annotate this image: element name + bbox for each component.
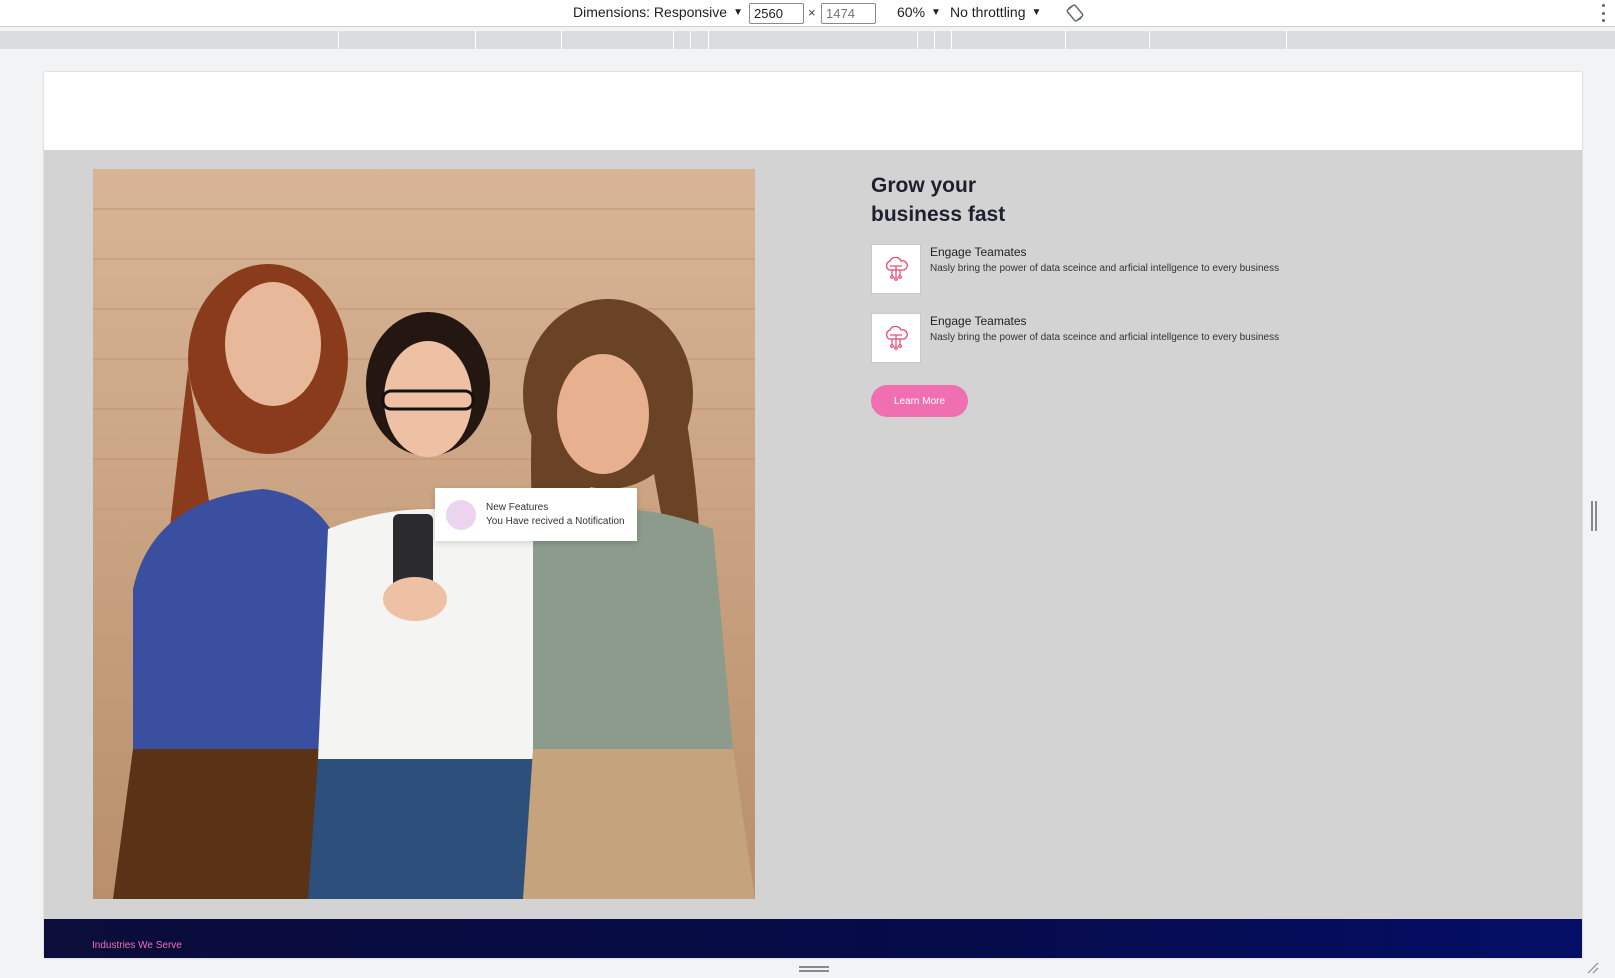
throttling-label: No throttling <box>950 4 1026 20</box>
feature-title: Engage Teamates <box>930 314 1027 328</box>
notification-message: You Have recived a Notification <box>486 515 625 527</box>
bottom-resize-handle[interactable] <box>799 966 829 972</box>
feature-item: Engage Teamates Nasly bring the power of… <box>871 244 1471 294</box>
zoom-label: 60% <box>897 4 926 20</box>
devtools-toolbar: Dimensions: Responsive ▼ × 60% ▼ No thro… <box>0 0 1615 27</box>
dimensions-dropdown[interactable]: Dimensions: Responsive ▼ <box>573 4 743 20</box>
team-photo: New Features You Have recived a Notifica… <box>93 169 755 899</box>
dimensions-label: Dimensions: Responsive <box>573 4 728 20</box>
learn-more-button[interactable]: Learn More <box>871 385 968 417</box>
feature-description: Nasly bring the power of data sceince an… <box>930 263 1280 274</box>
media-query-bar[interactable] <box>0 31 1615 49</box>
rotate-icon[interactable] <box>1066 4 1084 22</box>
emulated-viewport: New Features You Have recived a Notifica… <box>44 72 1582 958</box>
zoom-dropdown[interactable]: 60% ▼ <box>897 4 941 20</box>
height-input[interactable] <box>821 3 876 24</box>
notification-card: New Features You Have recived a Notifica… <box>435 488 637 541</box>
notification-title: New Features <box>486 501 549 513</box>
cloud-network-icon <box>885 326 908 350</box>
notification-text: New Features You Have recived a Notifica… <box>486 501 625 529</box>
cloud-network-icon <box>885 257 908 281</box>
feature-icon-box <box>871 313 921 363</box>
hero-section: New Features You Have recived a Notifica… <box>44 150 1582 919</box>
hero-title-line2: business fast <box>871 203 1006 226</box>
more-options-icon[interactable] <box>1600 4 1606 22</box>
site-header <box>44 72 1582 150</box>
feature-title: Engage Teamates <box>930 245 1027 259</box>
hero-title-line1: Grow your <box>871 174 977 197</box>
caret-down-icon: ▼ <box>1031 6 1042 18</box>
feature-item: Engage Teamates Nasly bring the power of… <box>871 313 1471 363</box>
team-photo-illustration <box>93 169 755 899</box>
industries-section: Industries We Serve <box>44 919 1582 958</box>
width-input[interactable] <box>749 3 804 24</box>
feature-icon-box <box>871 244 921 294</box>
feature-description: Nasly bring the power of data sceince an… <box>930 332 1280 343</box>
right-resize-handle[interactable] <box>1590 501 1598 531</box>
industries-label: Industries We Serve <box>92 940 182 951</box>
notification-avatar <box>446 499 476 530</box>
caret-down-icon: ▼ <box>931 6 941 18</box>
corner-resize-handle[interactable] <box>1587 962 1599 974</box>
throttling-dropdown[interactable]: No throttling ▼ <box>950 4 1041 20</box>
caret-down-icon: ▼ <box>733 6 743 18</box>
dimension-separator: × <box>808 5 816 20</box>
hero-title: Grow your business fast <box>871 171 1171 229</box>
